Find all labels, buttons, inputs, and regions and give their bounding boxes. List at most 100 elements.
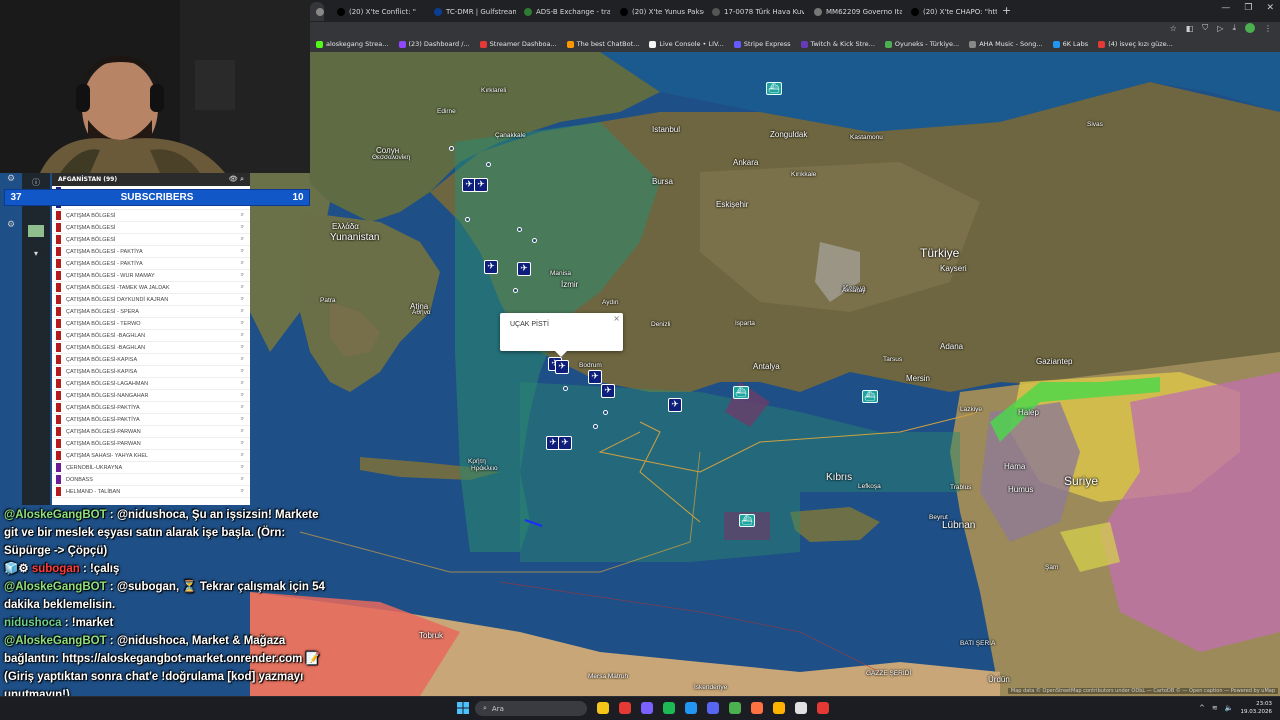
zoom-to-layer-icon[interactable]: ⌕: [241, 320, 244, 327]
layer-row[interactable]: DONBASS ⌕: [52, 474, 250, 486]
bookmark-star-icon[interactable]: ☆: [1170, 24, 1177, 33]
chat-username[interactable]: @AloskeGangBOT: [4, 581, 107, 593]
airport-pin[interactable]: ✈: [558, 436, 572, 450]
zoom-to-layer-icon[interactable]: ⌕: [241, 356, 244, 363]
taskbar-app-icon[interactable]: [597, 702, 609, 714]
layer-row[interactable]: ÇATIŞMA BÖLGESİ-NANGAHAR ⌕: [52, 390, 250, 402]
bookmark-item[interactable]: Stripe Express: [733, 40, 791, 48]
port-pin[interactable]: ⛴: [733, 386, 749, 399]
bookmark-item[interactable]: Twitch & Kick Stre...: [800, 40, 875, 48]
map-marker[interactable]: [517, 227, 522, 232]
layer-row[interactable]: ÇATIŞMA BÖLGESİ-PARWAN ⌕: [52, 426, 250, 438]
layer-row[interactable]: ÇATIŞMA BÖLGESİ - PAKTİYA ⌕: [52, 246, 250, 258]
zoom-to-layer-icon[interactable]: ⌕: [241, 476, 244, 483]
bookmark-item[interactable]: (4) isveç kızı güze...: [1098, 40, 1173, 48]
browser-tab[interactable]: ✕: [310, 2, 324, 21]
taskbar-app-icon[interactable]: [751, 702, 763, 714]
map-marker[interactable]: [513, 288, 518, 293]
zoom-to-layer-icon[interactable]: ⌕: [241, 452, 244, 459]
layer-row[interactable]: ÇATIŞMA BÖLGESİ -BAGHLAN ⌕: [52, 330, 250, 342]
new-tab-button[interactable]: +: [1002, 4, 1011, 17]
close-window-button[interactable]: ✕: [1266, 3, 1274, 13]
layer-row[interactable]: ÇATIŞMA BÖLGESİ ⌕: [52, 210, 250, 222]
layer-row[interactable]: ÇATIŞMA BÖLGESİ-PARWAN ⌕: [52, 438, 250, 450]
map-marker[interactable]: [449, 146, 454, 151]
taskbar-app-icon[interactable]: [773, 702, 785, 714]
airport-pin[interactable]: ✈: [601, 384, 615, 398]
taskbar-app-icon[interactable]: [663, 702, 675, 714]
bookmark-item[interactable]: 6K Labs: [1052, 40, 1088, 48]
zoom-to-layer-icon[interactable]: ⌕: [241, 236, 244, 243]
zoom-to-layer-icon[interactable]: ⌕: [241, 272, 244, 279]
play-icon[interactable]: ▷: [1217, 24, 1223, 33]
info-icon[interactable]: ⓘ: [28, 177, 44, 189]
eye-icon[interactable]: 👁 ⌕: [229, 175, 244, 184]
map-marker[interactable]: [532, 238, 537, 243]
settings-icon[interactable]: ⚙: [7, 174, 19, 186]
airport-pin[interactable]: ✈: [517, 262, 531, 276]
taskbar-app-icon[interactable]: [817, 702, 829, 714]
map-marker[interactable]: [486, 162, 491, 167]
download-icon[interactable]: ⤓: [1232, 23, 1236, 33]
zoom-to-layer-icon[interactable]: ⌕: [241, 428, 244, 435]
layer-row[interactable]: ÇATIŞMA BÖLGESİ - PAKTİYA ⌕: [52, 258, 250, 270]
browser-tab[interactable]: ADS-B Exchange - track a✕: [518, 2, 610, 21]
browser-tab[interactable]: (20) X'te CHAPO: "https://✕: [905, 2, 997, 21]
layer-row[interactable]: ÇATIŞMA BÖLGESİ -BAGHLAN ⌕: [52, 342, 250, 354]
zoom-to-layer-icon[interactable]: ⌕: [241, 392, 244, 399]
map-popup[interactable]: UÇAK PİSTİ ×: [500, 313, 623, 357]
shield-icon[interactable]: ⛉: [1202, 23, 1208, 33]
taskbar-app-icon[interactable]: [641, 702, 653, 714]
bookmark-item[interactable]: (23) Dashboard /...: [398, 40, 470, 48]
zoom-to-layer-icon[interactable]: ⌕: [241, 488, 244, 495]
layer-row[interactable]: HELMAND - TALİBAN ⌕: [52, 486, 250, 498]
profile-avatar[interactable]: [1245, 23, 1255, 33]
layer-row[interactable]: ÇERNOBİL-UKRAYNA ⌕: [52, 462, 250, 474]
zoom-to-layer-icon[interactable]: ⌕: [241, 368, 244, 375]
wifi-icon[interactable]: ≋: [1212, 704, 1218, 712]
layer-row[interactable]: ÇATIŞMA BÖLGESİ - SPERA ⌕: [52, 306, 250, 318]
layer-row[interactable]: ÇATIŞMA BÖLGESİ ⌕: [52, 234, 250, 246]
bookmark-item[interactable]: Oyuneks - Türkiye...: [884, 40, 959, 48]
zoom-to-layer-icon[interactable]: ⌕: [241, 296, 244, 303]
layer-row[interactable]: ÇATIŞMA BÖLGESİ ⌕: [52, 222, 250, 234]
layer-row[interactable]: ÇATIŞMA BÖLGESİ-PAKTİYA ⌕: [52, 414, 250, 426]
chevron-down-icon[interactable]: ▾: [28, 249, 44, 261]
airport-pin[interactable]: ✈: [484, 260, 498, 274]
zoom-to-layer-icon[interactable]: ⌕: [241, 212, 244, 219]
taskbar-app-icon[interactable]: [685, 702, 697, 714]
bookmark-item[interactable]: The best ChatBot...: [566, 40, 639, 48]
layer-row[interactable]: ÇATIŞMA BÖLGESİ-KAPISA ⌕: [52, 354, 250, 366]
volume-icon[interactable]: 🔈: [1225, 704, 1234, 712]
menu-icon[interactable]: ⋮: [1264, 24, 1272, 33]
zoom-to-layer-icon[interactable]: ⌕: [241, 344, 244, 351]
browser-tab[interactable]: (20) X'te Yunus Paksoy: "✕: [614, 2, 704, 21]
extension-icon[interactable]: ◧: [1186, 24, 1194, 33]
browser-tab[interactable]: MM62209 Governo Italian✕: [808, 2, 902, 21]
zoom-to-layer-icon[interactable]: ⌕: [241, 380, 244, 387]
bookmark-item[interactable]: AHA Music - Song...: [969, 40, 1043, 48]
taskbar-search[interactable]: ⌕ Ara: [475, 701, 587, 716]
layer-row[interactable]: ÇATIŞMA BÖLGESİ-LAGAHMAN ⌕: [52, 378, 250, 390]
taskbar-app-icon[interactable]: [707, 702, 719, 714]
zoom-to-layer-icon[interactable]: ⌕: [241, 416, 244, 423]
airport-pin[interactable]: ✈: [555, 360, 569, 374]
clock[interactable]: 23:03 19.03.2026: [1241, 700, 1273, 716]
bookmark-item[interactable]: Streamer Dashboa...: [479, 40, 557, 48]
map-marker[interactable]: [563, 386, 568, 391]
gear-icon[interactable]: ⚙: [7, 220, 19, 232]
taskbar-app-icon[interactable]: [729, 702, 741, 714]
map-attribution[interactable]: Map data © OpenStreetMap contributors un…: [1007, 688, 1278, 694]
windows-start-icon[interactable]: [457, 702, 469, 714]
zoom-to-layer-icon[interactable]: ⌕: [241, 464, 244, 471]
port-pin[interactable]: ⛴: [862, 390, 878, 403]
port-pin[interactable]: ⛴: [739, 514, 755, 527]
browser-tab[interactable]: (20) X'te Conflict: "🚨 SO✕: [331, 2, 417, 21]
browser-tab[interactable]: TC-DMR | Gulfstream G-I✕: [428, 2, 516, 21]
airport-pin[interactable]: ✈: [588, 370, 602, 384]
zoom-to-layer-icon[interactable]: ⌕: [241, 404, 244, 411]
taskbar-app-icon[interactable]: [619, 702, 631, 714]
taskbar-app-icon[interactable]: [795, 702, 807, 714]
zoom-to-layer-icon[interactable]: ⌕: [241, 260, 244, 267]
map-marker[interactable]: [593, 424, 598, 429]
